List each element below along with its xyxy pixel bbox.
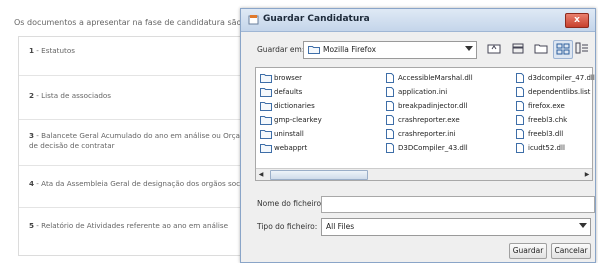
file-name: dependentlibs.list (528, 88, 591, 96)
chevron-down-icon[interactable] (579, 223, 587, 228)
file-type-label: Tipo do ficheiro: (257, 222, 318, 231)
file-icon (386, 101, 394, 111)
file-icon (386, 87, 394, 97)
file-name: webapprt (274, 144, 308, 152)
folder-icon (260, 74, 272, 83)
file-name: breakpadinjector.dll (398, 102, 468, 110)
close-icon: x (574, 15, 580, 25)
intro-text: Os documentos a apresentar na fase de ca… (14, 18, 278, 27)
file-name: browser (274, 74, 303, 82)
details-view-icon (575, 42, 588, 54)
row-text: - Balancete Geral Acumulado do ano em an… (34, 131, 256, 140)
look-in-label: Guardar em: (257, 45, 305, 54)
new-folder-button[interactable] (532, 40, 550, 57)
file-name-input[interactable] (321, 196, 595, 213)
horizontal-scrollbar[interactable]: ◀ ▶ (256, 168, 592, 180)
up-folder-icon (487, 44, 501, 54)
file-name: freebl3.dll (528, 130, 564, 138)
home-icon (512, 43, 524, 54)
file-name: application.ini (398, 88, 448, 96)
file-name: dictionaries (274, 102, 315, 110)
table-row: 2 - Lista de associados (19, 75, 259, 120)
row-text: - Lista de associados (34, 91, 112, 100)
file-icon (516, 143, 524, 153)
file-name: AccessibleMarshal.dll (398, 74, 473, 82)
home-button[interactable] (509, 40, 527, 57)
file-name: freebl3.chk (528, 116, 568, 124)
file-icon (386, 129, 394, 139)
chevron-down-icon[interactable] (465, 46, 473, 51)
scrollbar-thumb[interactable] (270, 170, 368, 180)
folder-icon (260, 144, 272, 153)
file-icon (516, 87, 524, 97)
file-list[interactable]: ◀ ▶ browser defaults dictionaries gmp-clear… (255, 67, 595, 181)
file-icon (386, 115, 394, 125)
folder-icon (260, 88, 272, 97)
dialog-titlebar[interactable]: Guardar Candidatura x (241, 9, 595, 32)
file-icon (516, 129, 524, 139)
file-name: D3DCompiler_43.dll (398, 144, 468, 152)
details-view-button[interactable] (573, 40, 591, 57)
file-name: uninstall (274, 130, 304, 138)
file-name: firefox.exe (528, 102, 565, 110)
save-button[interactable]: Guardar (509, 243, 547, 259)
up-one-level-button[interactable] (485, 40, 503, 57)
file-type-combo[interactable]: All Files (321, 218, 591, 236)
file-icon (386, 143, 394, 153)
list-view-icon (556, 43, 570, 55)
file-name: crashreporter.exe (398, 116, 460, 124)
folder-icon (308, 46, 320, 54)
row-text: - Ata da Assembleia Geral de designação … (34, 179, 253, 188)
file-name-label: Nome do ficheiro: (257, 199, 324, 208)
row-text: - Relatório de Atividades referente ao a… (34, 221, 229, 230)
file-icon (516, 73, 524, 83)
new-folder-icon (534, 44, 548, 54)
cancel-button[interactable]: Cancelar (551, 243, 591, 259)
file-name: defaults (274, 88, 303, 96)
file-name: gmp-clearkey (274, 116, 322, 124)
file-icon (516, 101, 524, 111)
dialog-title: Guardar Candidatura (263, 14, 370, 24)
close-button[interactable]: x (565, 13, 589, 28)
file-name: icudt52.dll (528, 144, 565, 152)
folder-icon (260, 102, 272, 111)
folder-icon (260, 116, 272, 125)
file-type-value: All Files (326, 222, 355, 231)
table-row: 5 - Relatório de Atividades referente ao… (19, 207, 259, 253)
file-icon (516, 115, 524, 125)
documents-table: 1 - Estatutos 2 - Lista de associados 3 … (18, 36, 260, 256)
scroll-right-icon[interactable]: ▶ (582, 169, 592, 180)
java-app-icon (248, 15, 259, 25)
save-dialog: Guardar Candidatura x Guardar em: Mozill… (240, 8, 596, 263)
table-row: 4 - Ata da Assembleia Geral de designaçã… (19, 165, 259, 208)
row-text: - Estatutos (34, 46, 76, 55)
file-name: d3dcompiler_47.dll (528, 74, 595, 82)
scroll-left-icon[interactable]: ◀ (256, 169, 266, 180)
file-name: crashreporter.ini (398, 130, 456, 138)
file-icon (386, 73, 394, 83)
table-row: 3 - Balancete Geral Acumulado do ano em … (19, 119, 259, 166)
table-row: 1 - Estatutos (19, 37, 259, 76)
look-in-value: Mozilla Firefox (323, 45, 377, 54)
look-in-combo[interactable]: Mozilla Firefox (303, 41, 477, 59)
list-view-button[interactable] (553, 40, 573, 59)
folder-icon (260, 130, 272, 139)
row-text-continuation: de decisão de contratar (29, 141, 115, 150)
